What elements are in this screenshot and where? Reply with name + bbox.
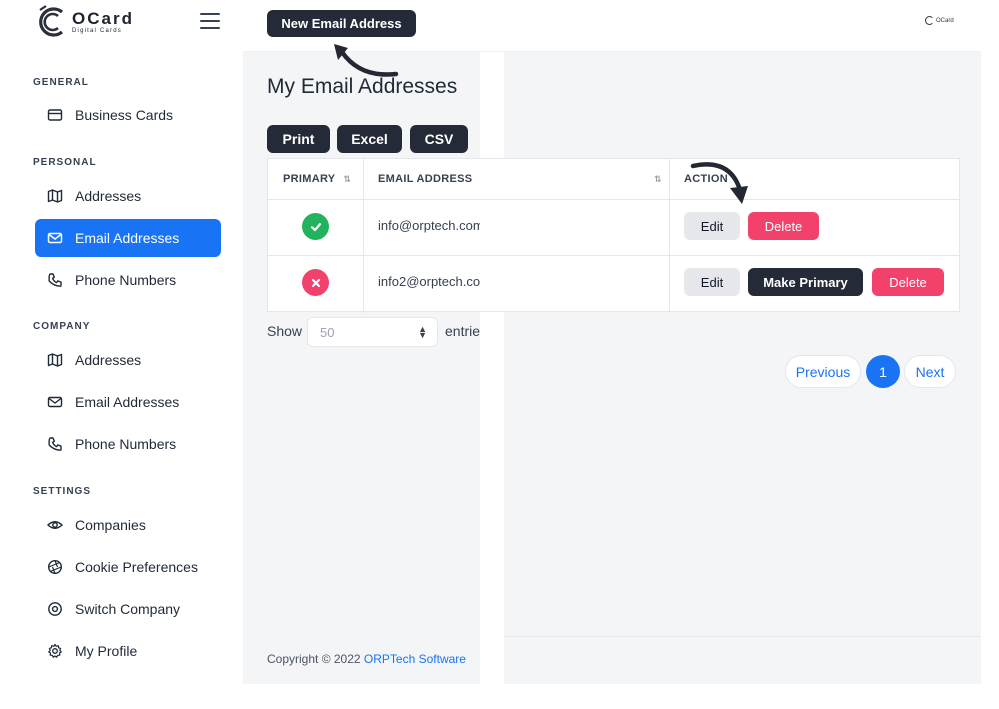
envelope-icon: [47, 394, 63, 410]
edit-button[interactable]: Edit: [684, 212, 740, 240]
footer-company-link[interactable]: ORPTech Software: [364, 652, 466, 666]
print-button[interactable]: Print: [267, 125, 330, 153]
email-cell: info@orptech.com: [378, 218, 480, 233]
select-arrows-icon: ▲ ▼: [418, 324, 427, 340]
sidebar-item-label: Email Addresses: [75, 394, 180, 410]
annotation-arrow-icon: [334, 44, 399, 77]
column-header-primary[interactable]: PRIMARY ⇅: [283, 159, 351, 199]
sidebar: OCard Digital Cards GENERAL Business Car…: [0, 0, 243, 709]
sidebar-item-label: Email Addresses: [75, 230, 180, 246]
phone-icon: [47, 436, 63, 452]
sidebar-item-company-email-addresses[interactable]: Email Addresses: [35, 383, 221, 421]
delete-button[interactable]: Delete: [872, 268, 944, 296]
ocard-logo-icon: [925, 16, 934, 25]
aperture-icon: [47, 559, 63, 575]
sidebar-item-companies[interactable]: Companies: [35, 506, 221, 544]
map-icon: [47, 352, 63, 368]
sidebar-item-label: Switch Company: [75, 601, 181, 617]
menu-toggle-icon[interactable]: [200, 13, 220, 29]
phone-icon: [47, 272, 63, 288]
sidebar-item-label: My Profile: [75, 643, 138, 659]
sidebar-item-personal-addresses[interactable]: Addresses: [35, 177, 221, 215]
card-icon: [47, 107, 63, 123]
sidebar-item-business-cards[interactable]: Business Cards: [35, 96, 221, 134]
sidebar-item-cookie-preferences[interactable]: Cookie Preferences: [35, 548, 221, 586]
navbar-logo-text: OCard: [936, 17, 954, 24]
pagination-next[interactable]: Next: [904, 355, 956, 388]
sidebar-item-personal-phone-numbers[interactable]: Phone Numbers: [35, 261, 221, 299]
sidebar-item-label: Cookie Preferences: [75, 559, 198, 575]
column-header-label: EMAIL ADDRESS: [378, 173, 473, 185]
csv-button[interactable]: CSV: [410, 125, 468, 153]
logo-subtitle: Digital Cards: [72, 28, 122, 34]
section-title-company: COMPANY: [33, 321, 91, 332]
sidebar-item-personal-email-addresses[interactable]: Email Addresses: [35, 219, 221, 257]
target-icon: [47, 601, 63, 617]
map-icon: [47, 188, 63, 204]
ocard-logo-icon: [39, 5, 64, 37]
envelope-icon: [47, 230, 63, 246]
make-primary-button[interactable]: Make Primary: [748, 268, 863, 296]
edit-button[interactable]: Edit: [684, 268, 740, 296]
sidebar-item-label: Business Cards: [75, 107, 174, 123]
app-logo[interactable]: OCard Digital Cards: [36, 4, 134, 40]
eye-icon: [47, 517, 63, 533]
entries-label: entrie: [445, 323, 480, 339]
column-header-email-address[interactable]: EMAIL ADDRESS: [378, 159, 472, 199]
sidebar-item-label: Addresses: [75, 352, 142, 368]
show-label: Show: [267, 323, 303, 339]
section-title-settings: SETTINGS: [33, 486, 92, 497]
email-cell: info2@orptech.co: [378, 274, 480, 289]
excel-button[interactable]: Excel: [337, 125, 402, 153]
page-length-select[interactable]: 50 ▲ ▼: [307, 317, 438, 347]
sidebar-item-label: Phone Numbers: [75, 436, 177, 452]
sidebar-item-switch-company[interactable]: Switch Company: [35, 590, 221, 628]
section-title-personal: PERSONAL: [33, 157, 97, 168]
sidebar-item-label: Phone Numbers: [75, 272, 177, 288]
page-length-value: 50: [320, 324, 335, 340]
primary-status-check-icon: [302, 213, 329, 240]
section-title-general: GENERAL: [33, 77, 89, 88]
pagination-page-1[interactable]: 1: [866, 355, 900, 388]
navbar-logo[interactable]: OCard: [925, 16, 954, 25]
footer-copyright: Copyright © 2022 ORPTech Software: [267, 652, 466, 666]
not-primary-x-icon: [302, 269, 329, 296]
new-email-address-button[interactable]: New Email Address: [267, 10, 416, 37]
sort-icon[interactable]: ⇅: [654, 174, 662, 185]
gear-icon: [47, 643, 63, 659]
annotation-arrow-icon: [690, 162, 748, 204]
torn-paper-strip: [480, 52, 504, 684]
sidebar-item-my-profile[interactable]: My Profile: [35, 632, 221, 670]
sidebar-item-company-addresses[interactable]: Addresses: [35, 341, 221, 379]
column-header-label: PRIMARY: [283, 173, 336, 185]
delete-button[interactable]: Delete: [748, 212, 819, 240]
sidebar-item-company-phone-numbers[interactable]: Phone Numbers: [35, 425, 221, 463]
pagination-previous[interactable]: Previous: [785, 355, 861, 388]
sidebar-item-label: Companies: [75, 517, 146, 533]
sidebar-item-label: Addresses: [75, 188, 142, 204]
logo-title: OCard: [72, 9, 134, 28]
sort-icon: ⇅: [343, 173, 352, 184]
